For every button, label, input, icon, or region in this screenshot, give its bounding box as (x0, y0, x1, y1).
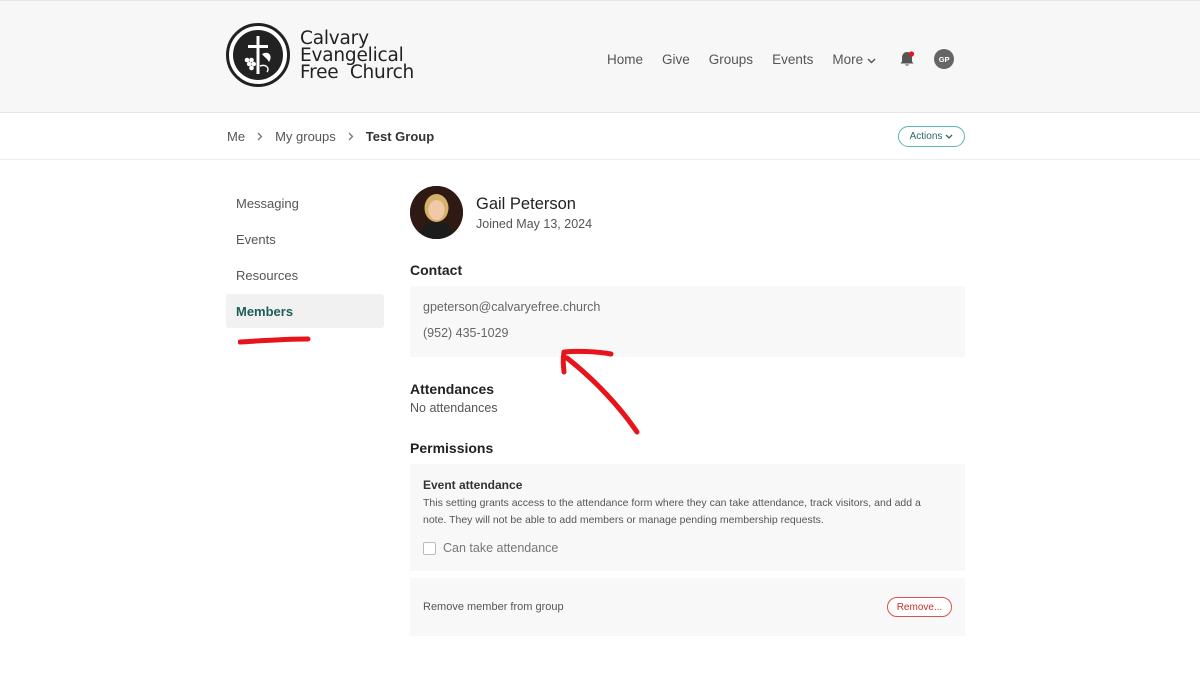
chevron-down-icon (945, 134, 953, 139)
member-phone[interactable]: (952) 435-1029 (423, 327, 952, 340)
bell-icon[interactable] (897, 49, 917, 69)
nav-groups[interactable]: Groups (709, 52, 753, 67)
sidebar-item-events[interactable]: Events (226, 222, 384, 256)
contact-card: gpeterson@calvaryefree.church (952) 435-… (410, 286, 965, 357)
breadcrumb-me[interactable]: Me (227, 129, 245, 144)
nav-label: Events (772, 51, 814, 67)
permission-title: Event attendance (423, 478, 523, 492)
breadcrumb-current: Test Group (365, 129, 435, 144)
sidebar-item-label: Members (236, 303, 294, 319)
sidebar-item-label: Messaging (236, 195, 299, 211)
breadcrumb: Me My groups Test Group (227, 129, 434, 144)
can-take-attendance-checkbox[interactable] (423, 541, 436, 555)
member-info: Gail Peterson Joined May 13, 2024 (476, 195, 592, 231)
nav-home[interactable]: Home (607, 52, 643, 67)
remove-member-button[interactable]: Remove... (887, 597, 952, 617)
permission-description: This setting grants access to the attend… (423, 497, 921, 526)
member-profile: Gail Peterson Joined May 13, 2024 (410, 186, 965, 239)
nav-give[interactable]: Give (662, 52, 690, 67)
nav-events[interactable]: Events (772, 52, 813, 67)
sidebar-item-messaging[interactable]: Messaging (226, 186, 384, 220)
chevron-down-icon (867, 52, 876, 67)
permissions-heading: Permissions (410, 440, 494, 456)
sidebar-item-label: Resources (236, 267, 299, 283)
member-joined-date: Joined May 13, 2024 (476, 216, 593, 231)
annotation-arrow (560, 348, 640, 435)
event-attendance-permission: Event attendance This setting grants acc… (410, 464, 965, 571)
chevron-right-icon (348, 132, 354, 141)
can-take-attendance-option[interactable]: Can take attendance (423, 541, 952, 555)
group-sidebar: Messaging Events Resources Members (226, 186, 384, 330)
logo-line: Free Church (300, 61, 415, 83)
nav-label: More (832, 51, 864, 67)
actions-button[interactable]: Actions (898, 126, 965, 147)
checkbox-label: Can take attendance (443, 541, 559, 555)
church-logo[interactable]: Calvary Evangelical Free Church (226, 23, 414, 87)
sidebar-item-label: Events (236, 231, 276, 247)
chevron-right-icon (257, 132, 263, 141)
main-nav: Home Give Groups Events More GP (607, 47, 955, 71)
sidebar-item-resources[interactable]: Resources (226, 258, 384, 292)
site-header: Calvary Evangelical Free Church Home Giv… (0, 0, 1200, 113)
nav-label: Give (662, 51, 690, 67)
sidebar-item-members[interactable]: Members (226, 294, 384, 328)
remove-member-row: Remove member from group Remove... (410, 578, 965, 636)
annotation-underline (238, 336, 311, 345)
logo-line: Evangelical (300, 44, 404, 66)
breadcrumb-bar: Me My groups Test Group Actions (0, 114, 1200, 160)
nav-label: Home (607, 51, 644, 67)
member-detail: Gail Peterson Joined May 13, 2024 Contac… (410, 186, 965, 636)
breadcrumb-my-groups[interactable]: My groups (275, 129, 336, 144)
logo-text: Calvary Evangelical Free Church (300, 27, 415, 83)
logo-line: Calvary (300, 27, 369, 49)
attendances-heading: Attendances (410, 381, 495, 397)
member-email[interactable]: gpeterson@calvaryefree.church (423, 301, 952, 314)
member-photo (410, 186, 463, 239)
actions-label: Actions (909, 131, 943, 142)
logo-mark-icon (226, 23, 290, 87)
member-name: Gail Peterson (476, 194, 576, 213)
attendances-empty: No attendances (410, 401, 498, 415)
nav-label: Groups (708, 51, 754, 67)
nav-more[interactable]: More (832, 52, 876, 67)
contact-heading: Contact (410, 262, 463, 278)
user-initials: GP (938, 54, 950, 64)
user-avatar[interactable]: GP (934, 49, 955, 69)
remove-member-label: Remove member from group (423, 601, 564, 613)
remove-button-label: Remove... (896, 601, 943, 613)
